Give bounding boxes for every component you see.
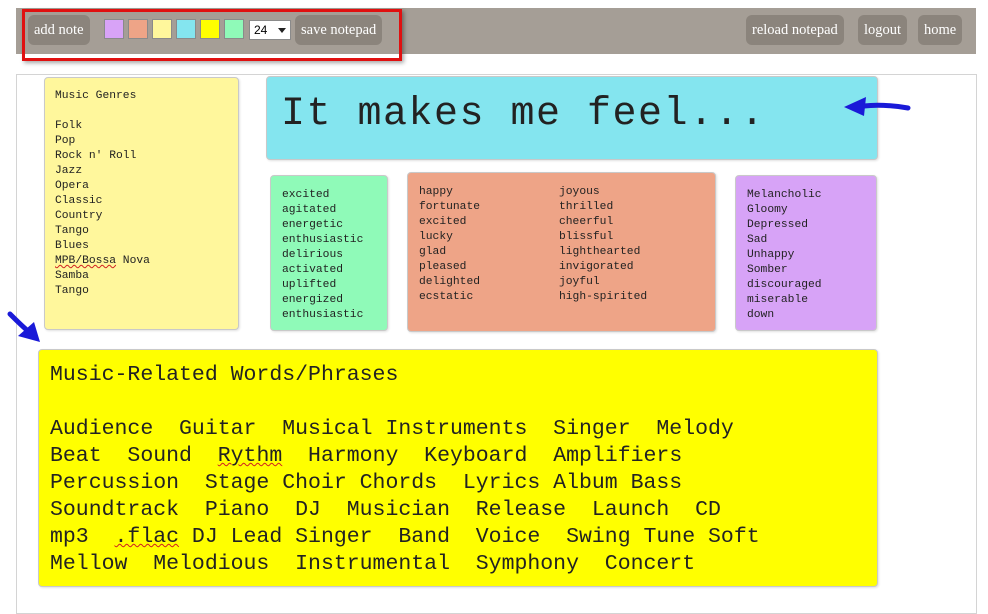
happy-word: cheerful [559, 216, 614, 228]
genre-line [55, 104, 238, 119]
sad-word: Melancholic [747, 189, 822, 201]
energetic-word: energized [282, 294, 344, 306]
happy-word: excited [419, 216, 467, 228]
music-words-line: Mellow Melodious Instrumental Symphony C… [50, 552, 696, 576]
sad-word: miserable [747, 294, 809, 306]
music-words-line: Audience Guitar Musical Instruments Sing… [50, 417, 734, 441]
sad-word: down [747, 309, 775, 321]
font-size-select[interactable]: 24 [249, 20, 291, 40]
music-words-line: Soundtrack Piano DJ Musician Release Lau… [50, 498, 721, 522]
note-music-genres[interactable]: Music Genres Folk Pop Rock n' Roll Jazz Oper… [44, 77, 239, 330]
sad-word: Sad [747, 234, 768, 246]
note-energetic-feelings[interactable]: excited agitated energetic enthusiastic deli… [270, 175, 388, 331]
happy-word: pleased [419, 261, 467, 273]
note-sad-feelings[interactable]: Melancholic Gloomy Depressed Sad Unhappy Somb… [735, 175, 877, 331]
genre-line: Samba [55, 270, 89, 282]
genre-line: Tango [55, 285, 89, 297]
font-size-value: 24 [254, 23, 268, 37]
note-music-related-words[interactable]: Music-Related Words/Phrases Audience Gui… [38, 349, 878, 587]
energetic-word: energetic [282, 219, 344, 231]
chevron-down-icon [278, 28, 286, 33]
happy-word: high-spirited [559, 291, 648, 303]
energetic-word: uplifted [282, 279, 337, 291]
happy-word: ecstatic [419, 291, 474, 303]
feel-title: It makes me feel... [281, 92, 766, 137]
sad-word: Unhappy [747, 249, 795, 261]
reload-notepad-button[interactable]: reload notepad [746, 15, 844, 45]
happy-word: happy [419, 186, 453, 198]
happy-word: glad [419, 246, 447, 258]
music-words-line: Percussion Stage Choir Chords Lyrics Alb… [50, 471, 683, 495]
note-happy-feelings[interactable]: happy fortunate excited lucky glad pleased del… [407, 172, 716, 332]
arrow-pointing-left-icon [844, 97, 911, 116]
color-swatch-cyan[interactable] [176, 19, 196, 39]
genre-line: Rock n' Roll [55, 150, 137, 162]
logout-button[interactable]: logout [858, 15, 908, 45]
toolbar: add note 24 save notepad reload notepad … [16, 8, 976, 54]
sad-word: Gloomy [747, 204, 788, 216]
happy-words-column-2: joyous thrilled cheerful blissful lightheart… [559, 185, 647, 305]
energetic-word: enthusiastic [282, 234, 364, 246]
happy-word: delighted [419, 276, 481, 288]
energetic-word: delirious [282, 249, 344, 261]
color-swatch-green[interactable] [224, 19, 244, 39]
arrow-pointing-down-right-icon [7, 311, 40, 342]
genre-line: Opera [55, 180, 89, 192]
happy-word: fortunate [419, 201, 481, 213]
energetic-word: agitated [282, 204, 337, 216]
genre-line: Blues [55, 240, 89, 252]
happy-word: invigorated [559, 261, 634, 273]
note-it-makes-me-feel[interactable]: It makes me feel... [266, 76, 878, 160]
energetic-word: activated [282, 264, 344, 276]
color-swatch-purple[interactable] [104, 19, 124, 39]
genre-line: Music Genres [55, 90, 137, 102]
sad-word: Somber [747, 264, 788, 276]
happy-word: thrilled [559, 201, 614, 213]
energetic-word: enthusiastic [282, 309, 364, 321]
save-notepad-button[interactable]: save notepad [295, 15, 383, 45]
genre-line: Folk [55, 120, 83, 132]
color-swatch-orange[interactable] [128, 19, 148, 39]
color-swatch-yellow[interactable] [200, 19, 220, 39]
happy-word: joyous [559, 186, 600, 198]
genre-line: Country [55, 210, 103, 222]
genre-line: Jazz [55, 165, 83, 177]
sad-word: Depressed [747, 219, 809, 231]
happy-word: lucky [419, 231, 453, 243]
music-words-title: Music-Related Words/Phrases [50, 363, 399, 387]
music-words-line: mp3 .flac DJ Lead Singer Band Voice Swin… [50, 525, 760, 549]
energetic-word: excited [282, 189, 330, 201]
happy-word: joyful [559, 276, 600, 288]
happy-words-column-1: happy fortunate excited lucky glad pleased del… [419, 185, 480, 305]
music-words-line: Beat Sound Rythm Harmony Keyboard Amplif… [50, 444, 683, 468]
genre-line: Tango [55, 225, 89, 237]
happy-word: blissful [559, 231, 614, 243]
happy-word: lighthearted [559, 246, 641, 258]
genre-line: MPB/Bossa Nova [55, 255, 150, 267]
home-button[interactable]: home [918, 15, 963, 45]
genre-line: Pop [55, 135, 76, 147]
color-swatch-light-yellow[interactable] [152, 19, 172, 39]
add-note-button[interactable]: add note [28, 15, 90, 45]
sad-word: discouraged [747, 279, 822, 291]
genre-line: Classic [55, 195, 103, 207]
